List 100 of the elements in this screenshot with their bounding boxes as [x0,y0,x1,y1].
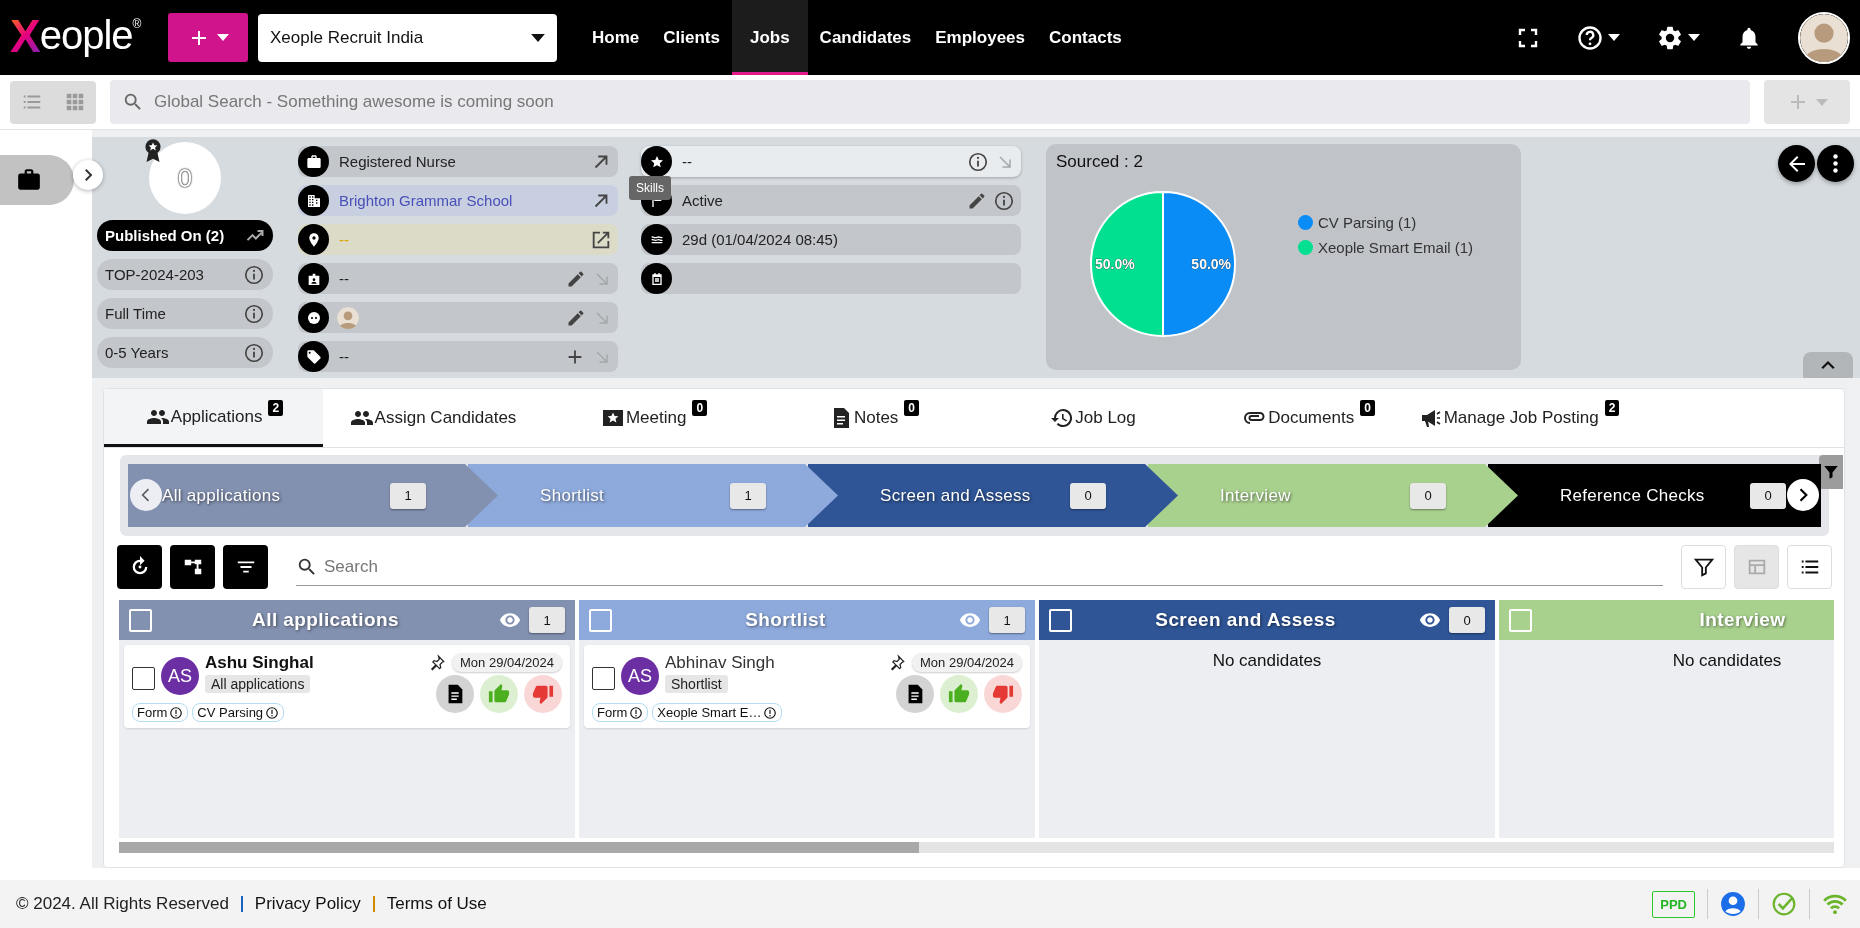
stage-count: 0 [1410,482,1446,509]
caret-icon [217,34,229,41]
location-value: -- [339,231,349,248]
info-icon [243,263,265,286]
alert-icon [169,705,184,720]
nav-link[interactable]: Contacts [1037,0,1134,75]
info-icon [243,341,265,364]
reject-button[interactable] [984,675,1022,713]
thumbs-up-icon [488,683,510,705]
tab[interactable]: Job Log [1048,389,1138,447]
pipeline-stage[interactable]: Reference Checks 0 [1488,464,1821,527]
pipeline-stage[interactable]: Screen and Assess 0 [808,464,1178,527]
edit-icon [566,307,586,328]
filter-button[interactable] [1819,455,1843,489]
approve-button[interactable] [480,675,518,713]
status-value: -- [682,153,692,170]
sort-button[interactable] [223,545,268,589]
pipeline-stage[interactable]: Interview 0 [1148,464,1518,527]
hierarchy-button[interactable] [170,545,215,589]
thumbs-down-icon [532,683,554,705]
briefcase-icon [298,146,329,177]
pipeline-stage[interactable]: All applications 1 [128,464,498,527]
empty-message: No candidates [1211,650,1323,671]
waves-icon [641,224,672,255]
initials-avatar: AS [621,657,659,695]
filter-icon [1822,463,1840,481]
nav-link[interactable]: Employees [923,0,1037,75]
nav-link[interactable]: Jobs [731,0,808,75]
job-attribute: Full Time [105,305,166,322]
data-label: 50.0% [1094,256,1135,272]
expand-button[interactable] [73,160,103,190]
caret-icon [531,33,545,42]
more-button[interactable] [1817,145,1854,182]
pin-icon [428,653,447,672]
document-button[interactable] [436,675,474,713]
column-title: Interview [1698,609,1787,631]
column-count: 1 [529,607,565,633]
source-tag: Form [592,703,649,722]
checkbox[interactable] [592,667,615,690]
nav-link[interactable]: Candidates [807,0,924,75]
search-icon [122,91,144,113]
logo[interactable]: Xeople$^{®}$ [10,12,160,63]
user-icon [1720,891,1746,917]
footer-link[interactable]: Terms of Use [386,894,487,914]
history-icon [1050,406,1075,430]
add-button[interactable] [168,13,248,62]
company-select[interactable]: Xeople Recruit India [258,13,557,62]
status-row[interactable] [641,263,1021,294]
caret-icon [1688,34,1700,41]
tab[interactable]: Documents [1241,389,1357,447]
alert-icon [763,705,778,720]
stage-label: All applications [162,485,282,506]
source-tag: Xeople Smart E… [652,703,783,722]
tab[interactable]: Notes [826,389,901,447]
detail-value: -- [339,270,349,287]
nav-link[interactable]: Clients [651,0,732,75]
tooltip: Skills [629,176,671,200]
edit-icon [967,190,987,211]
document-button[interactable] [896,675,934,713]
candidate-name[interactable]: Ashu Singhal [205,653,314,673]
tab[interactable]: Assign Candidates [347,389,519,447]
list-view-button[interactable] [1787,545,1832,589]
column-count: 0 [1449,607,1485,633]
scrollbar[interactable] [119,842,1834,853]
footer-link[interactable]: Privacy Policy [254,894,361,914]
stage-count: 1 [730,482,766,509]
building-icon [298,185,329,216]
id-badge-icon [298,263,329,294]
jobs-sidebar-item[interactable] [0,155,74,205]
published-button[interactable]: Published On (2) [97,220,273,251]
nav-link[interactable]: Home [580,0,652,75]
checkbox[interactable] [132,667,155,690]
stage-count: 0 [1750,482,1786,509]
face-icon [298,302,329,333]
status-row[interactable]: 29d (01/04/2024 08:45) [641,224,1021,255]
filter-button[interactable] [1681,545,1726,589]
collapse-button[interactable] [1803,352,1853,378]
tab[interactable]: Meeting [598,389,689,447]
refresh-button[interactable] [117,545,162,589]
pipeline-stage[interactable]: Shortlist 1 [468,464,838,527]
tab[interactable]: Applications [143,389,265,444]
column-title: Shortlist [744,609,827,631]
caret-icon [1608,34,1620,41]
candidate-name[interactable]: Abhinav Singh [665,653,775,673]
more-icon [1833,154,1838,173]
approve-button[interactable] [940,675,978,713]
date-label: Mon 29/04/2024 [912,653,1022,672]
info-icon [243,302,265,325]
info-icon [967,150,989,173]
reject-button[interactable] [524,675,562,713]
count-badge: 0 [904,400,920,416]
detail-value: Registered Nurse [339,153,456,170]
tab[interactable]: Manage Job Posting [1416,389,1601,447]
caret-icon [1816,98,1828,106]
count-badge: 2 [1604,400,1620,416]
back-button[interactable] [1778,145,1815,182]
location-icon [298,224,329,255]
initials-avatar: AS [161,657,199,695]
column-count: 1 [989,607,1025,633]
stage-count: 1 [390,482,426,509]
